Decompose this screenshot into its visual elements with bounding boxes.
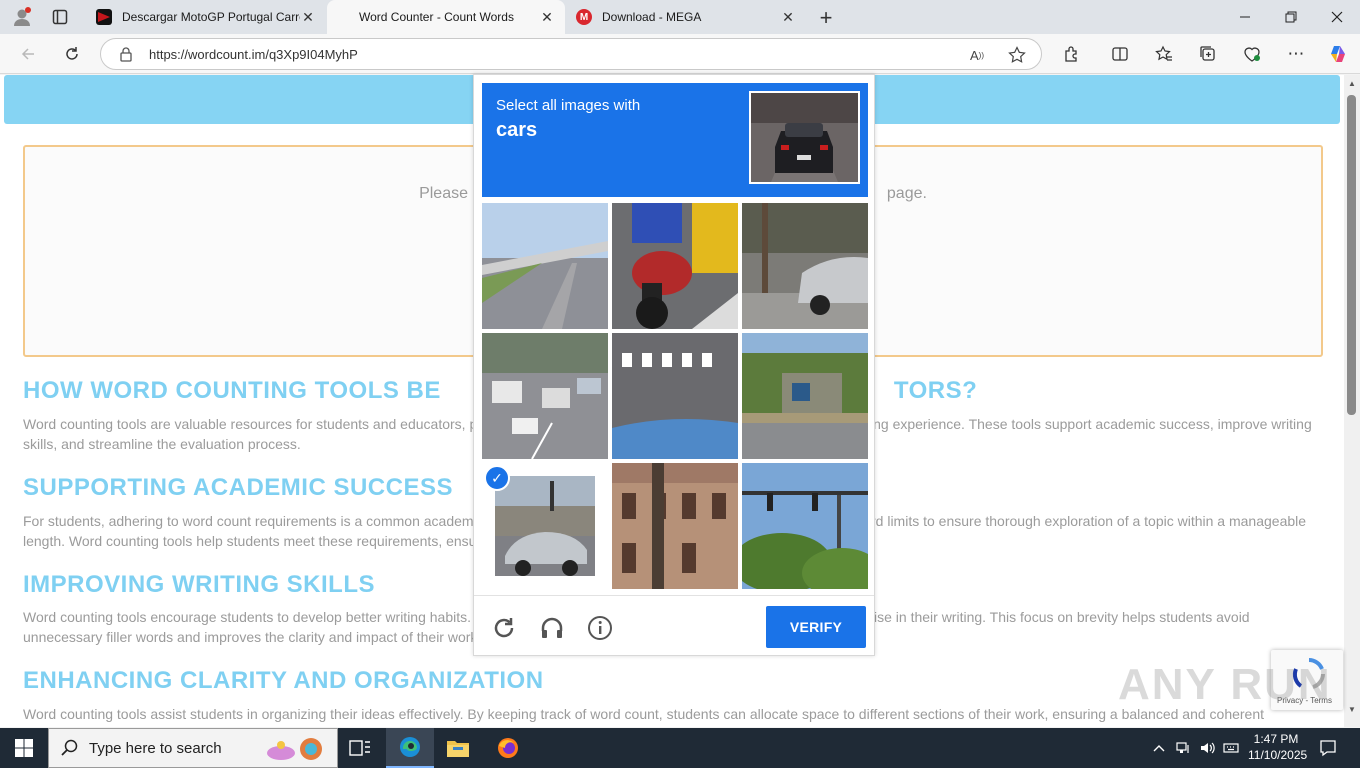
captcha-tile-motorcycle[interactable] xyxy=(612,203,738,329)
firefox-icon[interactable] xyxy=(484,728,532,768)
volume-icon[interactable] xyxy=(1198,728,1216,768)
clock-time: 1:47 PM xyxy=(1253,732,1299,746)
edge-app-icon[interactable] xyxy=(386,728,434,768)
captcha-challenge: Select all images with cars ✓ VERIFY xyxy=(473,74,875,656)
copilot-icon[interactable] xyxy=(1326,42,1350,66)
tab-mega[interactable]: M Download - MEGA ✕ xyxy=(566,0,806,34)
info-icon[interactable] xyxy=(586,614,614,642)
section-heading: IMPROVING WRITING SKILLS xyxy=(23,571,375,598)
split-screen-icon[interactable] xyxy=(1108,42,1132,66)
notifications-icon[interactable] xyxy=(1316,728,1340,768)
search-placeholder: Type here to search xyxy=(89,739,222,757)
close-tab-icon[interactable]: ✕ xyxy=(780,9,796,26)
tab-title: Download - MEGA xyxy=(602,10,702,24)
navigation-bar: https://wordcount.im/q3Xp9I04MyhP A)) ⋯ xyxy=(0,34,1360,74)
refresh-button[interactable] xyxy=(60,42,84,66)
motogp-favicon-icon xyxy=(96,9,112,25)
tab-title: Word Counter - Count Words xyxy=(359,10,514,24)
captcha-tile-crosswalk[interactable] xyxy=(612,333,738,459)
new-tab-button[interactable]: + xyxy=(814,5,838,31)
captcha-tile-car-selected[interactable]: ✓ xyxy=(482,463,608,589)
captcha-sample-image xyxy=(749,91,860,184)
browser-tab-bar: Descargar MotoGP Portugal Carre ✕ Word C… xyxy=(0,0,1360,34)
close-tab-icon[interactable]: ✕ xyxy=(539,9,555,26)
taskbar: Type here to search 1:47 PM 11/10/2025 xyxy=(0,728,1360,768)
start-button[interactable] xyxy=(0,728,48,768)
audio-challenge-icon[interactable] xyxy=(538,614,566,642)
section-heading: SUPPORTING ACADEMIC SUCCESS xyxy=(23,474,453,501)
captcha-target: cars xyxy=(496,119,538,141)
favorite-star-icon[interactable] xyxy=(1007,45,1027,65)
task-view-icon[interactable] xyxy=(336,728,384,768)
favorites-icon[interactable] xyxy=(1152,42,1176,66)
search-highlight-icon xyxy=(267,738,322,760)
watermark-logo: ANY RUN xyxy=(1118,660,1332,709)
url-text[interactable]: https://wordcount.im/q3Xp9I04MyhP xyxy=(149,47,358,62)
tab-motogp[interactable]: Descargar MotoGP Portugal Carre ✕ xyxy=(86,0,326,34)
close-tab-icon[interactable]: ✕ xyxy=(300,9,316,26)
page-scrollbar[interactable]: ▲ ▼ xyxy=(1344,75,1360,727)
captcha-image-grid: ✓ xyxy=(482,203,868,589)
captcha-tile-building[interactable] xyxy=(612,463,738,589)
captcha-tile-traffic-lights[interactable] xyxy=(742,463,868,589)
back-button[interactable] xyxy=(16,42,40,66)
verify-button[interactable]: VERIFY xyxy=(766,606,866,648)
captcha-tile-traffic[interactable] xyxy=(482,333,608,459)
selected-check-icon: ✓ xyxy=(484,465,510,491)
read-aloud-icon[interactable]: A)) xyxy=(967,45,987,65)
captcha-tile-street-car[interactable] xyxy=(742,203,868,329)
captcha-footer: VERIFY xyxy=(474,595,874,655)
extensions-icon[interactable] xyxy=(1060,42,1084,66)
tab-actions-icon[interactable] xyxy=(48,6,72,28)
clock-date: 11/10/2025 xyxy=(1248,748,1308,762)
restore-button[interactable] xyxy=(1268,0,1314,34)
collections-icon[interactable] xyxy=(1196,42,1220,66)
minimize-button[interactable] xyxy=(1222,0,1268,34)
captcha-instruction: Select all images with xyxy=(496,97,641,114)
system-clock[interactable]: 1:47 PM 11/10/2025 xyxy=(1248,731,1308,763)
close-window-button[interactable] xyxy=(1314,0,1360,34)
scroll-up-icon[interactable]: ▲ xyxy=(1347,79,1357,88)
scrollbar-thumb[interactable] xyxy=(1347,95,1356,415)
captcha-tile-highway[interactable] xyxy=(482,203,608,329)
reload-icon[interactable] xyxy=(490,614,518,642)
placeholder-left: Please xyxy=(419,185,468,202)
browser-essentials-icon[interactable] xyxy=(1240,42,1264,66)
file-explorer-icon[interactable] xyxy=(434,728,482,768)
section-heading: ENHANCING CLARITY AND ORGANIZATION xyxy=(23,667,544,694)
scroll-down-icon[interactable]: ▼ xyxy=(1347,705,1357,714)
tab-title: Descargar MotoGP Portugal Carre xyxy=(122,10,300,24)
lock-icon[interactable] xyxy=(119,46,133,62)
tab-word-counter[interactable]: Word Counter - Count Words ✕ xyxy=(327,0,565,34)
network-icon[interactable] xyxy=(1174,728,1192,768)
tray-overflow-icon[interactable] xyxy=(1150,728,1168,768)
captcha-tile-market[interactable] xyxy=(742,333,868,459)
more-menu-icon[interactable]: ⋯ xyxy=(1284,42,1308,66)
search-icon xyxy=(61,739,78,756)
profile-icon[interactable] xyxy=(10,6,34,28)
taskbar-search[interactable]: Type here to search xyxy=(48,728,338,768)
mega-favicon-icon: M xyxy=(576,9,592,25)
address-bar[interactable]: https://wordcount.im/q3Xp9I04MyhP A)) xyxy=(100,38,1042,70)
captcha-header: Select all images with cars xyxy=(482,83,868,197)
keyboard-icon[interactable] xyxy=(1222,728,1240,768)
placeholder-right: page. xyxy=(886,185,927,202)
